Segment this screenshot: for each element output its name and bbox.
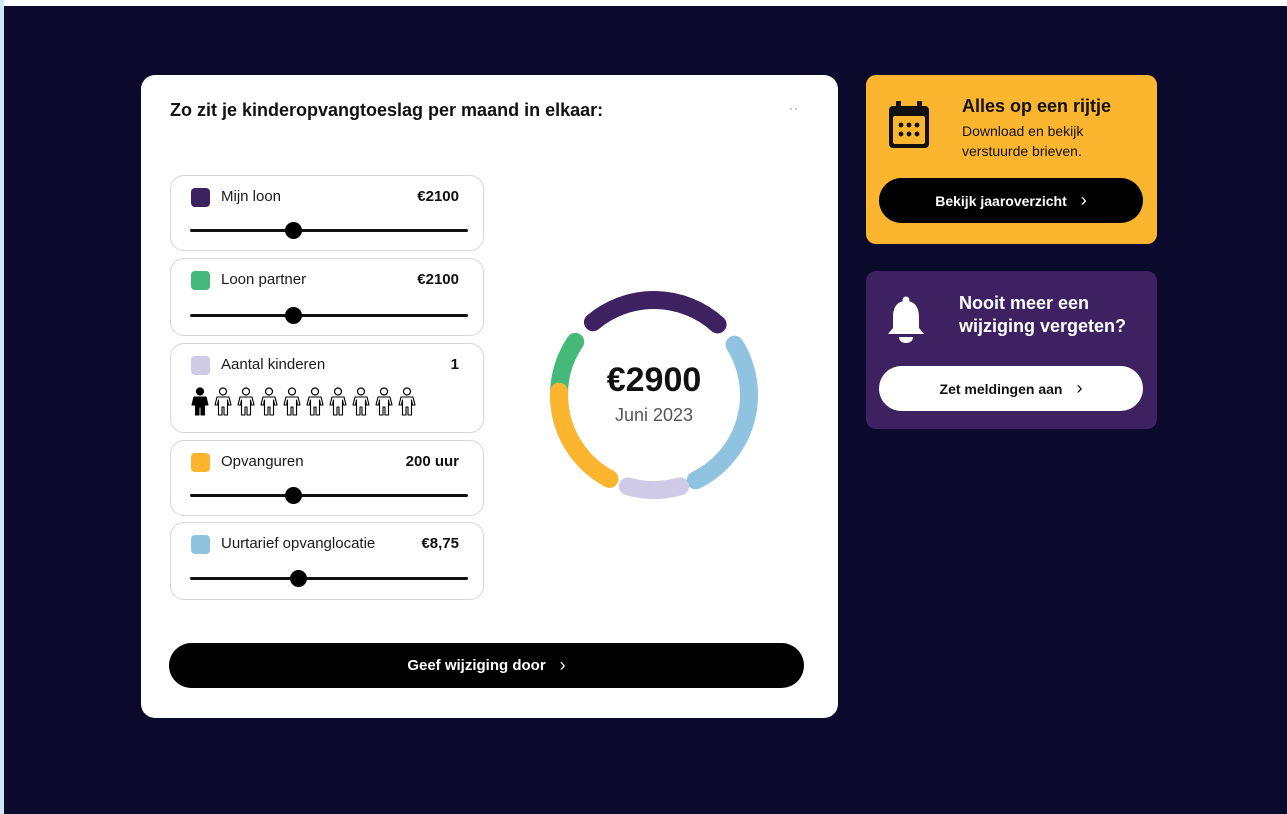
- card-title: Zo zit je kinderopvangtoeslag per maand …: [170, 100, 604, 120]
- slider-thumb[interactable]: [284, 487, 302, 504]
- child-icon[interactable]: [260, 387, 278, 417]
- slider-thumb[interactable]: [290, 570, 308, 587]
- child-icon[interactable]: [329, 387, 347, 417]
- donut-period: Juni 2023: [614, 405, 694, 425]
- control-label: Loon partner: [221, 271, 307, 288]
- title-line: wijziging vergeten?: [959, 316, 1127, 336]
- income-slider[interactable]: [190, 220, 468, 240]
- donut-segment-income: [583, 291, 727, 334]
- partner-income-slider[interactable]: [190, 305, 468, 325]
- child-icon[interactable]: [237, 387, 255, 417]
- control-label: Opvanguren: [221, 453, 304, 470]
- allowance-card: Zo zit je kinderopvangtoeslag per maand …: [141, 75, 838, 718]
- control-loon-partner: Loon partner €2100: [170, 258, 484, 336]
- control-opvanguren: Opvanguren 200 uur: [170, 440, 484, 516]
- donut-total-amount: €2900: [606, 361, 702, 399]
- control-value: 200 uur: [405, 453, 459, 470]
- notifications-title: Nooit meer een wijziging vergeten?: [959, 292, 1126, 338]
- button-label: Geef wijziging door: [407, 657, 546, 674]
- control-value: 1: [450, 356, 459, 373]
- slider-track: [190, 494, 468, 497]
- overview-card: Alles op een rijtje Download en bekijk v…: [866, 75, 1157, 244]
- chevron-right-icon: ›: [1076, 378, 1083, 398]
- child-icon[interactable]: [283, 387, 301, 417]
- child-icon[interactable]: [306, 387, 324, 417]
- child-icon[interactable]: [214, 387, 232, 417]
- left-edge: [0, 0, 4, 814]
- control-aantal-kinderen: Aantal kinderen 1: [170, 343, 484, 433]
- child-icon[interactable]: [398, 387, 416, 417]
- control-mijn-loon: Mijn loon €2100: [170, 175, 484, 251]
- top-border: [0, 0, 1287, 6]
- slider-thumb[interactable]: [284, 222, 302, 239]
- hours-slider[interactable]: [190, 485, 468, 505]
- slider-thumb[interactable]: [284, 307, 302, 324]
- button-label: Bekijk jaaroverzicht: [935, 192, 1067, 209]
- overview-description: Download en bekijk verstuurde brieven.: [962, 121, 1083, 161]
- control-value: €2100: [417, 188, 459, 205]
- child-icon[interactable]: [191, 387, 209, 417]
- enable-notifications-button[interactable]: Zet meldingen aan ›: [879, 366, 1143, 411]
- description-line: Download en bekijk: [962, 123, 1084, 139]
- color-swatch: [191, 535, 210, 554]
- child-icon[interactable]: [375, 387, 393, 417]
- overview-title: Alles op een rijtje: [962, 96, 1112, 116]
- color-swatch: [191, 271, 210, 290]
- children-selector: [191, 387, 416, 417]
- slider-track: [190, 229, 468, 232]
- control-label: Uurtarief opvanglocatie: [221, 535, 376, 552]
- color-swatch: [191, 453, 210, 472]
- hourly-rate-slider[interactable]: [190, 568, 468, 588]
- donut-segment-children: [618, 477, 690, 499]
- chevron-right-icon: ›: [559, 655, 566, 675]
- description-line: verstuurde brieven.: [962, 143, 1082, 159]
- calendar-icon: [889, 101, 929, 148]
- button-label: Zet meldingen aan: [939, 380, 1063, 397]
- notifications-card: Nooit meer een wijziging vergeten? Zet m…: [866, 271, 1157, 429]
- slider-track: [190, 577, 468, 580]
- control-uurtarief: Uurtarief opvanglocatie €8,75: [170, 522, 484, 600]
- chevron-right-icon: ›: [1080, 190, 1087, 210]
- child-icon[interactable]: [352, 387, 370, 417]
- more-options-icon[interactable]: ··: [789, 101, 799, 115]
- color-swatch: [191, 356, 210, 375]
- control-label: Mijn loon: [221, 188, 282, 205]
- slider-track: [190, 314, 468, 317]
- submit-change-button[interactable]: Geef wijziging door ›: [169, 643, 804, 688]
- bell-icon: [888, 296, 924, 343]
- color-swatch: [191, 188, 210, 207]
- control-label: Aantal kinderen: [221, 356, 326, 373]
- control-value: €8,75: [421, 535, 459, 552]
- view-annual-overview-button[interactable]: Bekijk jaaroverzicht ›: [879, 178, 1143, 223]
- title-line: Nooit meer een: [959, 293, 1090, 313]
- control-value: €2100: [417, 271, 459, 288]
